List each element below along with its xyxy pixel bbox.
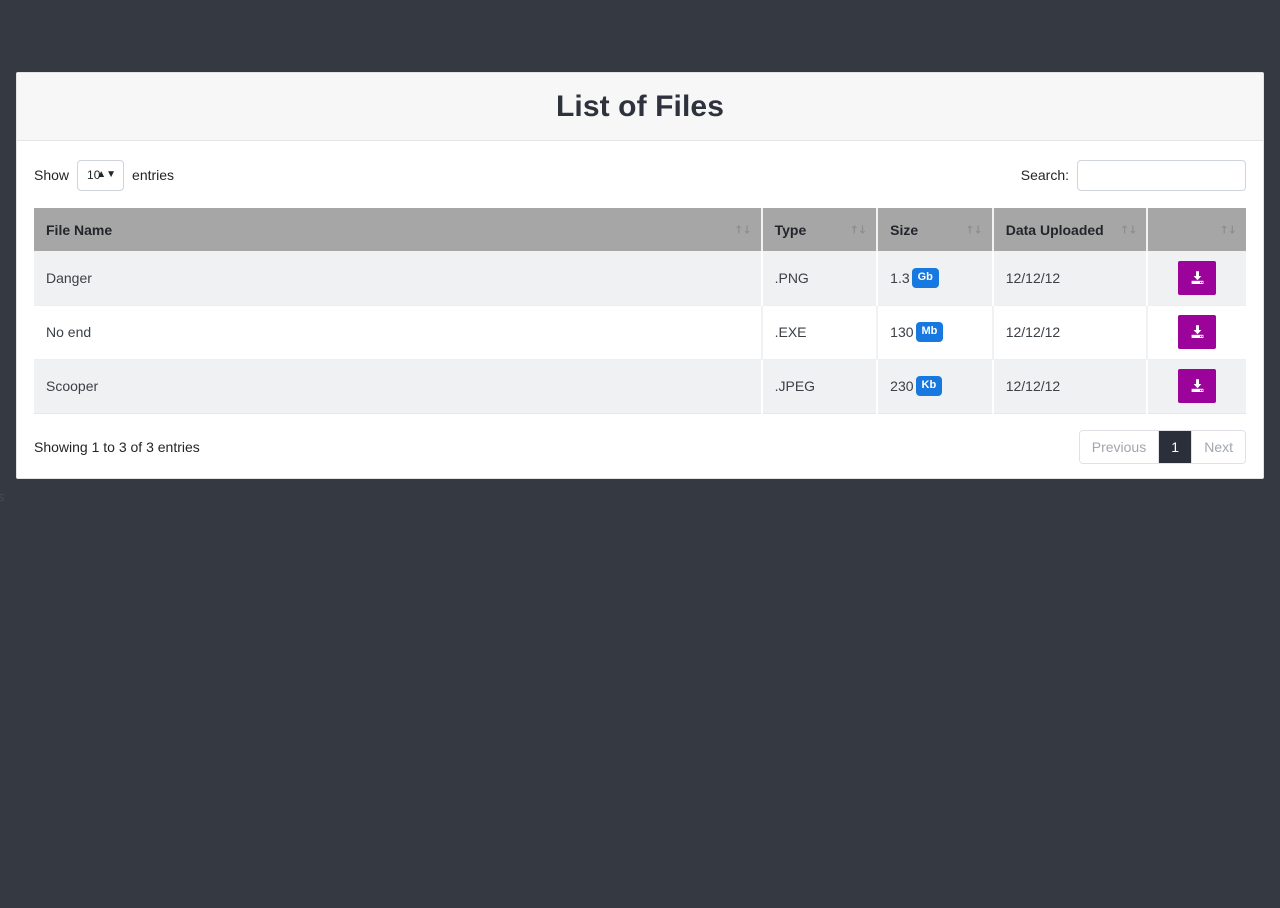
column-header-size[interactable]: Size ↑↓: [877, 208, 993, 251]
show-label: Show: [34, 168, 69, 182]
download-icon: [1189, 324, 1206, 340]
download-button[interactable]: [1178, 261, 1216, 295]
page-title: List of Files: [556, 92, 724, 122]
cell-actions: [1147, 359, 1246, 413]
sort-arrows-icon: ↑↓: [965, 223, 981, 236]
column-header-label: File Name: [46, 222, 112, 238]
cell-size: 1.3 Gb: [877, 251, 993, 305]
cell-file-name: No end: [34, 305, 762, 359]
column-header-type[interactable]: Type ↑↓: [762, 208, 878, 251]
cell-file-name: Danger: [34, 251, 762, 305]
column-header-data-uploaded[interactable]: Data Uploaded ↑↓: [993, 208, 1148, 251]
size-unit-badge: Kb: [916, 376, 943, 396]
search-control: Search:: [1021, 160, 1246, 191]
download-icon: [1189, 378, 1206, 394]
search-label: Search:: [1021, 168, 1069, 182]
files-card: List of Files Show 10 ▲▼ entries Search:: [16, 72, 1264, 479]
entries-info: Showing 1 to 3 of 3 entries: [34, 440, 200, 454]
page-length-control: Show 10 ▲▼ entries: [34, 160, 174, 191]
sort-arrows-icon: ↑↓: [1120, 223, 1136, 236]
size-value: 130: [890, 324, 913, 340]
cell-size: 130 Mb: [877, 305, 993, 359]
table-row: Danger .PNG 1.3 Gb 12/12/12: [34, 251, 1246, 305]
page-length-select[interactable]: 10 ▲▼: [77, 160, 124, 191]
pagination-page-1[interactable]: 1: [1159, 431, 1192, 463]
search-input[interactable]: [1077, 160, 1246, 191]
pagination-previous[interactable]: Previous: [1080, 431, 1159, 463]
table-controls: Show 10 ▲▼ entries Search:: [34, 158, 1246, 192]
table-head: File Name ↑↓ Type ↑↓ Size ↑↓ Data Upload…: [34, 208, 1246, 251]
column-header-label: Size: [890, 222, 918, 238]
download-icon: [1189, 270, 1206, 286]
table-footer: Showing 1 to 3 of 3 entries Previous 1 N…: [34, 430, 1246, 464]
cell-type: .JPEG: [762, 359, 878, 413]
cell-type: .PNG: [762, 251, 878, 305]
column-header-label: Data Uploaded: [1006, 222, 1104, 238]
cell-size: 230 Kb: [877, 359, 993, 413]
table-row: Scooper .JPEG 230 Kb 12/12/12: [34, 359, 1246, 413]
cell-actions: [1147, 251, 1246, 305]
pagination-next[interactable]: Next: [1192, 431, 1245, 463]
sort-arrows-icon: ↑↓: [850, 223, 866, 236]
table-row: No end .EXE 130 Mb 12/12/12: [34, 305, 1246, 359]
download-button[interactable]: [1178, 315, 1216, 349]
cell-type: .EXE: [762, 305, 878, 359]
column-header-file-name[interactable]: File Name ↑↓: [34, 208, 762, 251]
sort-arrows-icon: ↑↓: [1220, 223, 1236, 236]
cell-actions: [1147, 305, 1246, 359]
edge-artifact: s: [0, 490, 5, 503]
size-unit-badge: Gb: [912, 268, 939, 288]
entries-label: entries: [132, 168, 174, 182]
size-unit-badge: Mb: [916, 322, 944, 342]
card-body: Show 10 ▲▼ entries Search: File Name: [17, 141, 1263, 478]
card-header: List of Files: [17, 73, 1263, 141]
up-down-caret-icon: ▲▼: [96, 170, 116, 180]
column-header-label: Type: [775, 222, 807, 238]
table-header-row: File Name ↑↓ Type ↑↓ Size ↑↓ Data Upload…: [34, 208, 1246, 251]
sort-arrows-icon: ↑↓: [734, 223, 750, 236]
cell-date-uploaded: 12/12/12: [993, 251, 1148, 305]
cell-date-uploaded: 12/12/12: [993, 359, 1148, 413]
cell-file-name: Scooper: [34, 359, 762, 413]
cell-date-uploaded: 12/12/12: [993, 305, 1148, 359]
column-header-actions[interactable]: ↑↓: [1147, 208, 1246, 251]
table-body: Danger .PNG 1.3 Gb 12/12/12: [34, 251, 1246, 413]
size-value: 1.3: [890, 270, 909, 286]
files-table: File Name ↑↓ Type ↑↓ Size ↑↓ Data Upload…: [34, 208, 1246, 414]
size-value: 230: [890, 378, 913, 394]
pagination: Previous 1 Next: [1079, 430, 1246, 464]
download-button[interactable]: [1178, 369, 1216, 403]
